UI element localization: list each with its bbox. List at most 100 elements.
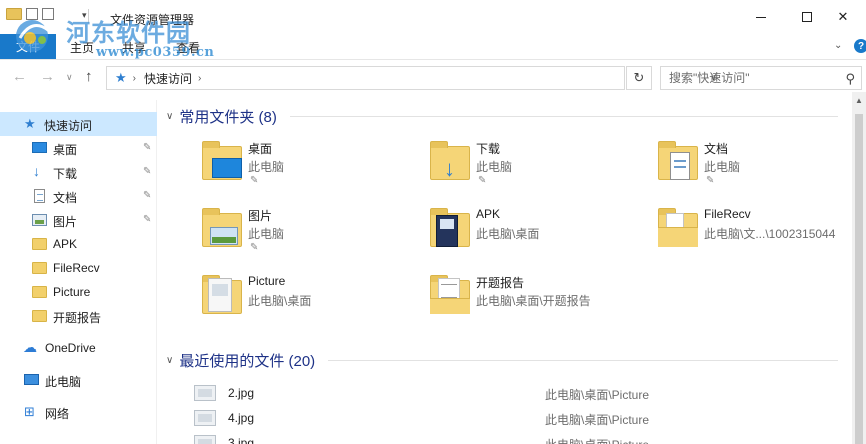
recent-locations-dropdown[interactable]: ∨ [66,72,73,83]
pin-icon[interactable]: ✎ [143,166,151,177]
up-button[interactable]: ↑ [85,68,93,85]
folder-tile-picture[interactable]: Picture 此电脑\桌面 [200,272,420,332]
tile-path: 此电脑 [248,227,285,241]
group-title: 最近使用的文件 (20) [179,353,316,370]
sidebar-item-onedrive[interactable]: ☁ OneDrive [0,336,157,360]
sidebar-item-label: 桌面 [53,143,78,157]
tile-name: 下载 [476,142,501,156]
group-title: 常用文件夹 (8) [179,109,277,126]
sidebar-item-label: 图片 [53,215,78,229]
tile-path: 此电脑\桌面 [476,227,540,241]
back-button[interactable]: ← [12,68,27,85]
filerecv-folder-icon [656,205,702,251]
sidebar-item-desktop[interactable]: 桌面 ✎ [0,136,157,160]
scrollbar-thumb[interactable] [855,114,863,444]
sidebar-item-filerecv[interactable]: FileRecv [0,256,157,280]
folder-tile-pictures[interactable]: 图片 此电脑 ✎ [200,205,420,265]
scroll-up-arrow-icon[interactable]: ▲ [855,96,863,105]
pin-icon[interactable]: ✎ [478,175,486,186]
breadcrumb-chevron-icon[interactable]: › [198,73,201,84]
forward-button[interactable]: → [40,68,55,85]
folder-icon [32,310,47,322]
pin-icon[interactable]: ✎ [143,214,151,225]
search-input[interactable] [669,71,849,85]
file-path: 此电脑\桌面\Picture [545,388,650,402]
tile-path: 此电脑 [476,160,513,174]
watermark-url: www.pc0359.cn [96,45,215,60]
sidebar-item-label: 文档 [53,191,78,205]
sidebar-item-this-pc[interactable]: 此电脑 [0,368,157,392]
desktop-folder-icon [200,138,246,184]
sidebar-item-network[interactable]: ⊞ 网络 [0,400,157,424]
content-pane: ∨ 常用文件夹 (8) 桌面 此电脑 ✎ ↓ 下载 此电脑 ✎ 文档 此电脑 ✎ [160,92,852,444]
folder-tile-report[interactable]: 开题报告 此电脑\桌面\开题报告 [428,272,648,332]
sidebar-item-downloads[interactable]: ↓ 下载 ✎ [0,160,157,184]
file-path: 此电脑\桌面\Picture [545,413,650,427]
document-folder-icon [656,138,702,184]
maximize-icon [802,12,812,22]
recent-files-header[interactable]: ∨ 最近使用的文件 (20) [166,350,315,371]
vertical-scrollbar[interactable]: ▲ [852,92,866,444]
tile-path: 此电脑 [704,160,741,174]
sidebar-item-label: 下载 [53,167,78,181]
search-icon[interactable]: ⚲ [845,71,855,87]
pin-icon[interactable]: ✎ [250,175,258,186]
close-icon: ✕ [837,9,849,24]
search-box[interactable]: ⚲ [660,66,862,90]
folder-tile-apk[interactable]: APK 此电脑\桌面 [428,205,648,265]
sidebar-item-label: 此电脑 [45,375,82,389]
folder-tile-documents[interactable]: 文档 此电脑 ✎ [656,138,866,198]
cloud-icon: ☁ [23,339,37,355]
breadcrumb-quick-access[interactable]: 快速访问 [144,70,192,87]
sidebar-item-quick-access[interactable]: ★ 快速访问 [0,112,157,136]
recent-file-row[interactable]: 2.jpg 此电脑\桌面\Picture [192,382,832,406]
pin-icon[interactable]: ✎ [250,242,258,253]
sidebar-item-documents[interactable]: 文档 ✎ [0,184,157,208]
apk-folder-icon [428,205,474,251]
watermark-text: 河东软件园 [66,18,191,47]
group-divider [328,360,838,361]
quick-access-star-icon: ★ [115,70,127,85]
refresh-icon: ↻ [633,70,645,85]
pin-icon[interactable]: ✎ [706,175,714,186]
sidebar-item-apk[interactable]: APK [0,232,157,256]
minimize-button[interactable] [738,0,784,34]
file-path: 此电脑\桌面\Picture [545,436,649,444]
folder-icon [32,286,47,298]
pin-icon[interactable]: ✎ [143,190,151,201]
recent-file-row[interactable]: 3.jpg 此电脑\桌面\Picture [192,432,832,444]
help-icon[interactable]: ? [854,39,866,53]
tile-name: FileRecv [704,207,751,221]
file-name: 3.jpg [228,436,255,444]
breadcrumb-separator-icon[interactable]: › [133,73,136,84]
download-folder-icon: ↓ [428,138,474,184]
frequent-folders-header[interactable]: ∨ 常用文件夹 (8) [166,106,277,127]
expand-ribbon-chevron-icon[interactable]: ⌄ [834,40,842,51]
close-button[interactable]: ✕ [820,0,866,34]
recent-file-row[interactable]: 4.jpg 此电脑\桌面\Picture [192,407,832,431]
desktop-icon [32,142,47,153]
sidebar-item-report[interactable]: 开题报告 [0,304,157,328]
folder-icon [32,262,47,274]
folder-tile-downloads[interactable]: ↓ 下载 此电脑 ✎ [428,138,648,198]
tile-name: APK [476,207,501,221]
sidebar-item-pictures[interactable]: 图片 ✎ [0,208,157,232]
navigation-bar: ← → ∨ ↑ ★ › 快速访问 › ∨ ↻ ⚲ [0,62,866,92]
sidebar-item-label: 网络 [45,407,70,421]
folder-tile-desktop[interactable]: 桌面 此电脑 ✎ [200,138,420,198]
tile-name: 图片 [248,209,273,223]
tile-name: 桌面 [248,142,273,156]
tile-path: 此电脑\桌面 [248,294,312,308]
refresh-button[interactable]: ↻ [626,66,652,90]
address-bar[interactable]: ★ › 快速访问 › ∨ [106,66,717,90]
sidebar-item-label: Picture [53,285,91,299]
collapse-chevron-icon[interactable]: ∨ [166,355,173,366]
star-icon: ★ [24,116,36,131]
document-icon [34,189,45,203]
picture-folder-icon [200,205,246,251]
sidebar-item-picture[interactable]: Picture [0,280,157,304]
pin-icon[interactable]: ✎ [143,142,151,153]
collapse-chevron-icon[interactable]: ∨ [166,111,173,122]
report-folder-icon [428,272,474,318]
folder-tile-filerecv[interactable]: FileRecv 此电脑\文...\1002315044 [656,205,866,265]
